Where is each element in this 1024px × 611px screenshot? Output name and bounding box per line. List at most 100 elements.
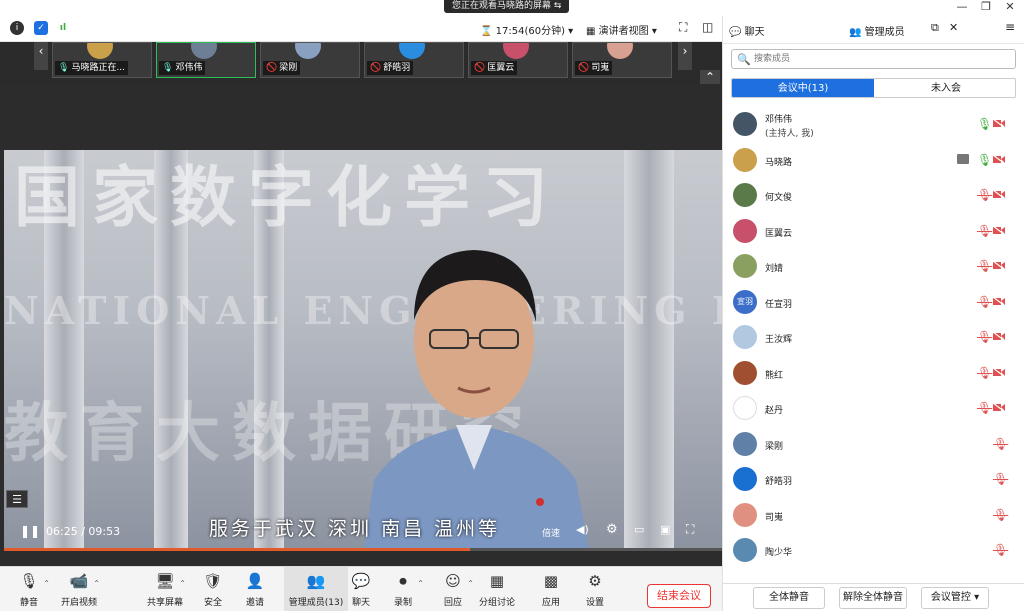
share-banner[interactable]: 您正在观看马晓路的屏幕 ⇆ bbox=[444, 0, 570, 13]
member-row[interactable]: 宣羽 任宣羽 🎙 bbox=[723, 286, 1024, 320]
toolbar-button-0[interactable]: 🎙 静音 ⌃ bbox=[6, 567, 52, 611]
popout-icon[interactable]: ⧉ bbox=[931, 21, 939, 35]
member-row[interactable]: 熊红 🎙 bbox=[723, 357, 1024, 391]
member-row[interactable]: 赵丹 🎙 bbox=[723, 392, 1024, 426]
camera-off-icon[interactable] bbox=[992, 118, 1006, 129]
end-meeting-button[interactable]: 结束会议 bbox=[647, 584, 711, 608]
share-banner-text: 您正在观看马晓路的屏幕 bbox=[452, 1, 552, 11]
view-mode-dropdown[interactable]: ▦ 演讲者视图 ▾ bbox=[586, 22, 657, 37]
thumb-next-arrow[interactable]: › bbox=[678, 42, 692, 70]
video-progress-fill bbox=[4, 548, 470, 551]
mic-muted-icon[interactable]: 🎙 bbox=[993, 437, 1008, 451]
toolbar-button-3[interactable]: 🛡 安全 bbox=[190, 567, 236, 611]
seg-in-meeting[interactable]: 会议中(13) bbox=[732, 79, 874, 97]
collapse-strip-icon[interactable]: ⌃ bbox=[700, 70, 720, 84]
mic-on-icon[interactable]: 🎙 bbox=[977, 117, 992, 131]
chevron-up-icon[interactable]: ⌃ bbox=[93, 579, 100, 588]
avatar bbox=[607, 43, 633, 59]
chevron-up-icon[interactable]: ⌃ bbox=[417, 579, 424, 588]
toolbar-button-6[interactable]: 💬 聊天 bbox=[338, 567, 384, 611]
chevron-up-icon[interactable]: ⌃ bbox=[43, 579, 50, 588]
thumb-prev-arrow[interactable]: ‹ bbox=[34, 42, 48, 70]
member-row[interactable]: 梁刚 🎙 bbox=[723, 428, 1024, 462]
member-row[interactable]: 陶少华 🎙 bbox=[723, 534, 1024, 568]
member-row[interactable]: 王汝辉 🎙 bbox=[723, 321, 1024, 355]
thumb-caption: 🚫 舒皓羽 bbox=[367, 61, 414, 75]
shared-video[interactable]: 国家数字化学习 NATIONAL ENGINEERING RES 教育大数据研究… bbox=[4, 150, 722, 550]
layout-icon[interactable]: ◫ bbox=[702, 20, 713, 34]
tab-chat[interactable]: 💬 聊天 bbox=[729, 23, 765, 38]
pause-icon[interactable]: ❚❚ bbox=[20, 524, 40, 538]
signal-icon[interactable]: ıl bbox=[56, 21, 70, 35]
member-row[interactable]: 马晓路 🎙 bbox=[723, 144, 1024, 178]
toolbar-button-2[interactable]: 🖥 共享屏幕 ⌃ bbox=[142, 567, 188, 611]
camera-off-icon[interactable] bbox=[992, 367, 1006, 377]
mic-muted-icon[interactable]: 🎙 bbox=[977, 224, 992, 238]
camera-off-icon[interactable] bbox=[992, 154, 1006, 164]
thumb-participant[interactable]: 🎙 邓伟伟 bbox=[156, 42, 256, 78]
playlist-icon[interactable]: ☰ bbox=[6, 490, 28, 508]
toolbar-button-7[interactable]: ⏺ 录制 ⌃ bbox=[380, 567, 426, 611]
fullscreen-icon[interactable]: ⛶ bbox=[679, 20, 687, 35]
thumb-participant[interactable]: 🚫 舒皓羽 bbox=[364, 42, 464, 78]
member-search-input[interactable] bbox=[754, 52, 1004, 66]
mute-all-button[interactable]: 全体静音 bbox=[753, 587, 825, 609]
tab-members[interactable]: 👥 管理成员 bbox=[849, 23, 905, 38]
member-row[interactable]: 邓伟伟 (主持人, 我) 🎙 bbox=[723, 108, 1024, 142]
camera-off-icon[interactable] bbox=[992, 402, 1006, 413]
toolbar-button-10[interactable]: ▩ 应用 bbox=[528, 567, 574, 611]
mic-muted-icon[interactable]: 🎙 bbox=[993, 508, 1008, 522]
toolbar-button-8[interactable]: ☺ 回应 ⌃ bbox=[430, 567, 476, 611]
meeting-control-dropdown[interactable]: 会议管控 ▾ bbox=[921, 587, 989, 609]
thumb-participant[interactable]: 🚫 梁刚 bbox=[260, 42, 360, 78]
restore-button[interactable]: ❐ bbox=[976, 0, 996, 14]
view-mode-text: 演讲者视图 bbox=[598, 26, 649, 37]
avatar bbox=[733, 325, 757, 349]
info-icon[interactable]: i bbox=[10, 21, 24, 35]
speed-button[interactable]: 倍速 bbox=[542, 526, 560, 539]
mic-muted-icon[interactable]: 🎙 bbox=[977, 366, 992, 380]
video-fullscreen-icon[interactable]: ⛶ bbox=[686, 522, 694, 537]
member-row[interactable]: 匡翼云 🎙 bbox=[723, 215, 1024, 249]
member-row[interactable]: 舒皓羽 🎙 bbox=[723, 463, 1024, 497]
mic-muted-icon[interactable]: 🎙 bbox=[977, 401, 992, 415]
thumb-participant[interactable]: 🚫 司嵬 bbox=[572, 42, 672, 78]
chevron-up-icon[interactable]: ⌃ bbox=[467, 579, 474, 588]
mic-muted-icon[interactable]: 🎙 bbox=[993, 543, 1008, 557]
panel-close-icon[interactable]: ✕ bbox=[949, 21, 958, 34]
member-row[interactable]: 司嵬 🎙 bbox=[723, 499, 1024, 533]
volume-icon[interactable]: ◀) bbox=[576, 523, 589, 536]
member-row[interactable]: 刘婧 🎙 bbox=[723, 250, 1024, 284]
member-search[interactable]: 🔍 bbox=[731, 49, 1016, 69]
shield-check-icon[interactable]: ✓ bbox=[34, 21, 48, 35]
toolbar-button-11[interactable]: ⚙ 设置 bbox=[572, 567, 618, 611]
camera-off-icon[interactable] bbox=[992, 260, 1006, 271]
timer[interactable]: ⌛ 17:54(60分钟) ▾ bbox=[480, 22, 573, 37]
thumb-participant[interactable]: 🎙 马晓路正在... bbox=[52, 42, 152, 78]
mic-muted-icon[interactable]: 🎙 bbox=[977, 295, 992, 309]
mic-muted-icon[interactable]: 🎙 bbox=[977, 259, 992, 273]
video-progress-bar[interactable] bbox=[4, 548, 722, 551]
toolbar-button-9[interactable]: ▦ 分组讨论 bbox=[474, 567, 520, 611]
mic-muted-icon[interactable]: 🎙 bbox=[993, 472, 1008, 486]
unmute-all-button[interactable]: 解除全体静音 bbox=[839, 587, 907, 609]
mic-on-icon[interactable]: 🎙 bbox=[977, 153, 992, 167]
close-button[interactable]: ✕ bbox=[1000, 0, 1020, 14]
camera-off-icon[interactable] bbox=[992, 296, 1006, 306]
cast-icon[interactable]: ▭ bbox=[634, 523, 644, 536]
minimize-button[interactable]: — bbox=[952, 0, 972, 14]
seg-not-joined[interactable]: 未入会 bbox=[875, 79, 1015, 97]
chevron-up-icon[interactable]: ⌃ bbox=[179, 579, 186, 588]
toolbar-button-4[interactable]: 👤 邀请 bbox=[232, 567, 278, 611]
camera-off-icon[interactable] bbox=[992, 331, 1006, 342]
camera-off-icon[interactable] bbox=[992, 189, 1006, 200]
pip-icon[interactable]: ▣ bbox=[660, 523, 670, 536]
toolbar-button-1[interactable]: 📹 开启视频 ⌃ bbox=[56, 567, 102, 611]
settings-gear-icon[interactable]: ⚙ bbox=[606, 522, 618, 537]
panel-menu-icon[interactable]: ≡ bbox=[1005, 20, 1015, 34]
thumb-participant[interactable]: 🚫 匡翼云 bbox=[468, 42, 568, 78]
mic-muted-icon[interactable]: 🎙 bbox=[977, 188, 992, 202]
member-row[interactable]: 何文俊 🎙 bbox=[723, 179, 1024, 213]
mic-muted-icon[interactable]: 🎙 bbox=[977, 330, 992, 344]
camera-off-icon[interactable] bbox=[992, 225, 1006, 235]
